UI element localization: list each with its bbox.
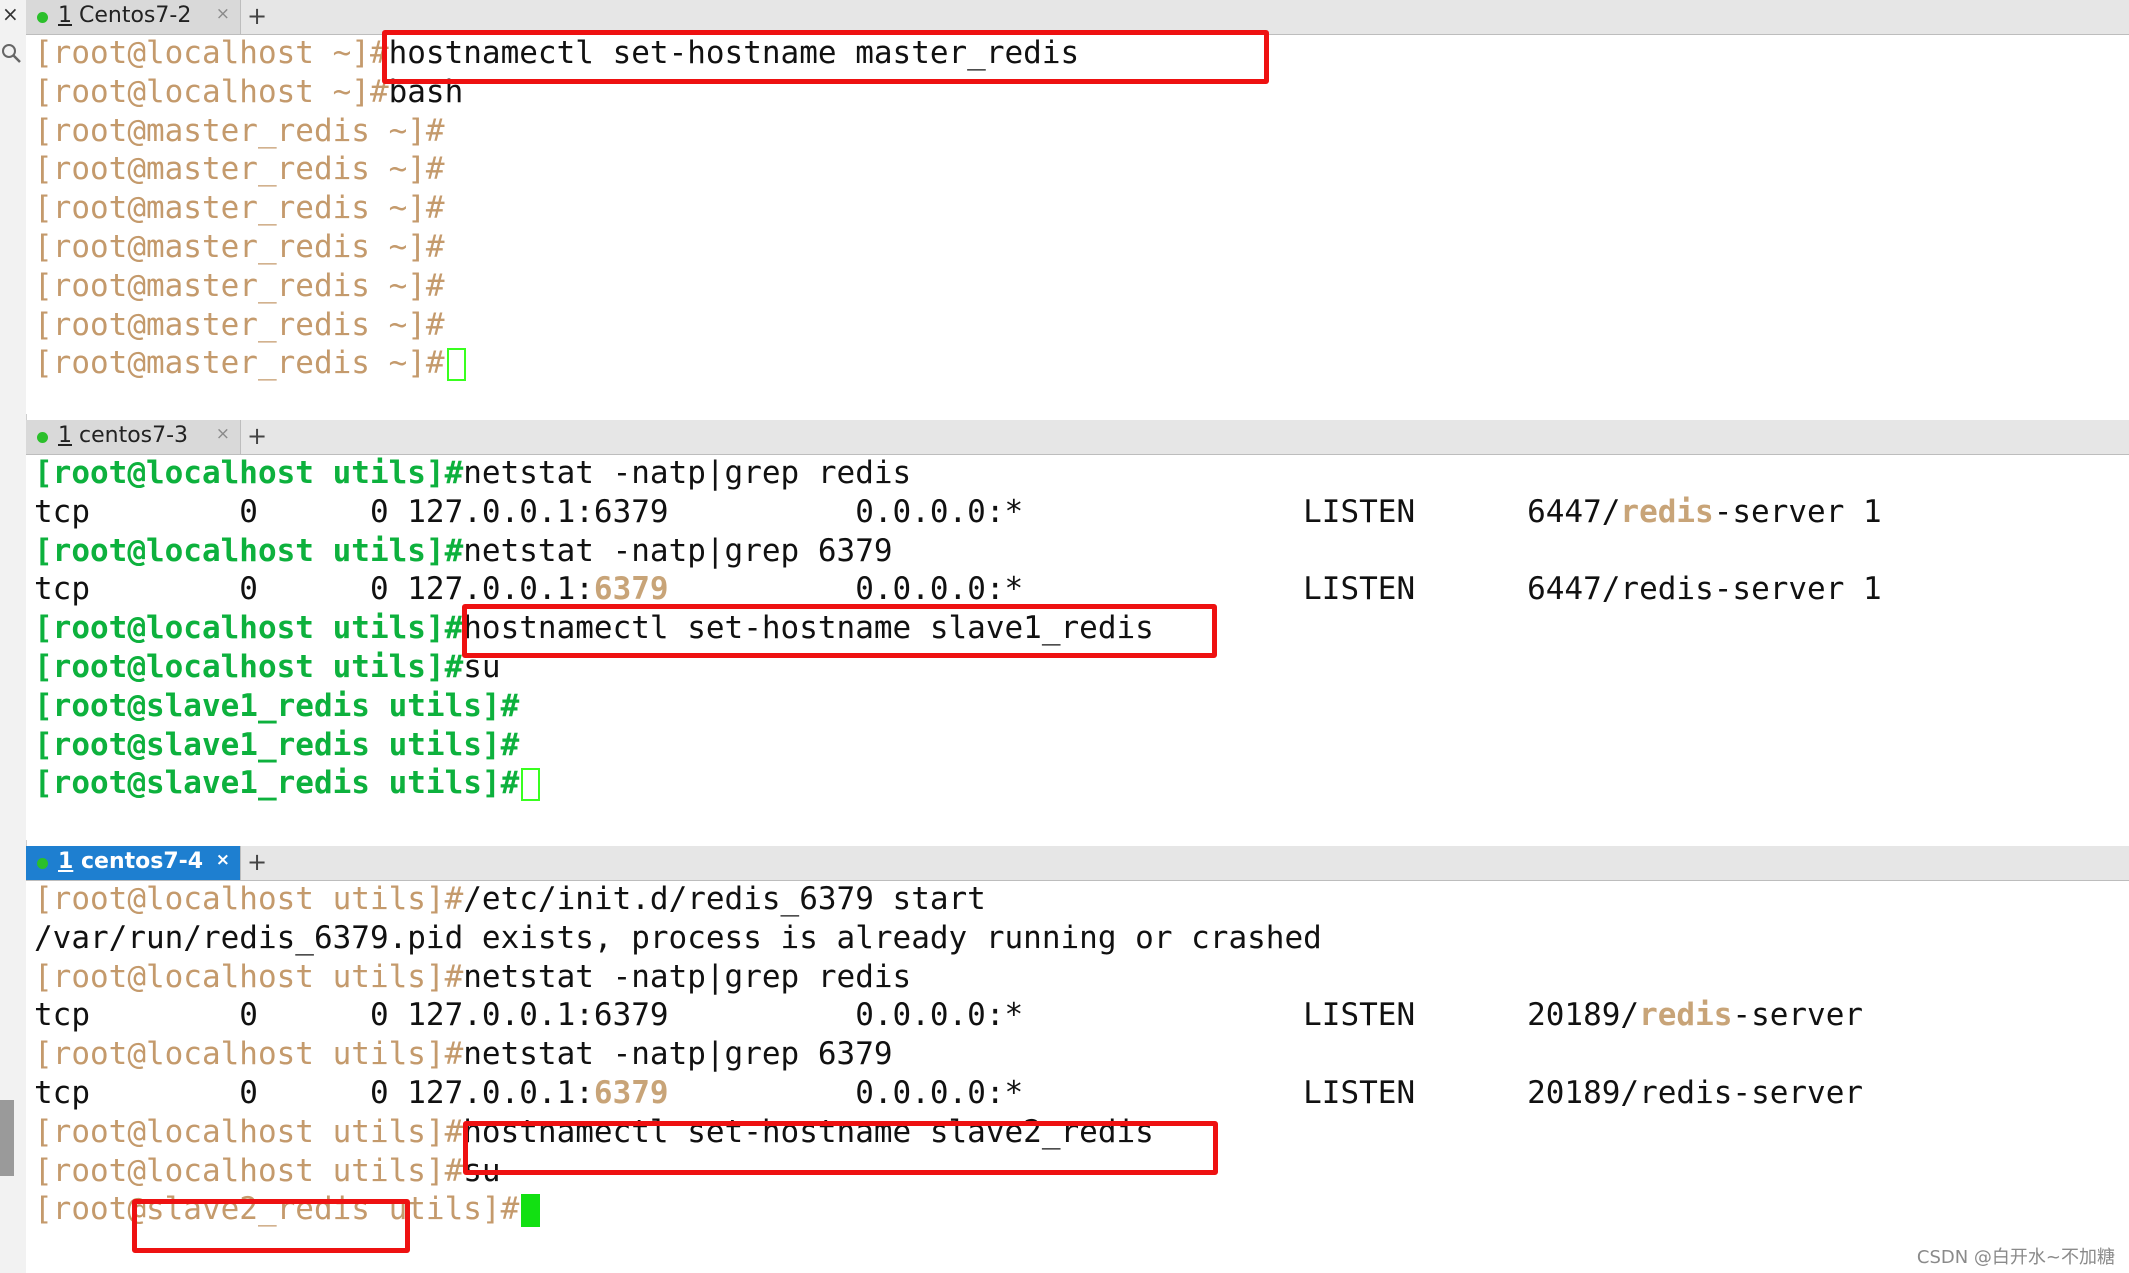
connected-status-icon: [37, 432, 48, 443]
terminal-line: [root@master_redis ~]#: [34, 151, 445, 188]
tab-bar: 1 centos7-3 × +: [26, 420, 2129, 455]
terminal-cursor: [446, 348, 466, 382]
close-icon[interactable]: ×: [2, 0, 19, 28]
terminal-line: [root@master_redis ~]#: [34, 267, 445, 304]
terminal-line: [root@slave1_redis utils]#: [34, 687, 520, 724]
terminal-line: [root@master_redis ~]#: [34, 228, 445, 265]
new-tab-button[interactable]: +: [242, 0, 272, 34]
highlight-box: [463, 1121, 1218, 1175]
highlight-box: [462, 604, 1217, 658]
terminal-line: [root@localhost utils]#netstat -natp|gre…: [34, 1036, 893, 1073]
connected-status-icon: [37, 858, 48, 869]
terminal-line: [root@localhost utils]#netstat -natp|gre…: [34, 455, 912, 491]
tab-label: 1 centos7-4: [58, 849, 204, 874]
highlight-box: [382, 30, 1269, 84]
tab-centos7-3[interactable]: 1 centos7-3 ×: [26, 420, 241, 454]
terminal-line: tcp 0 0 127.0.0.1:6379 0.0.0.0:* LISTEN …: [34, 997, 1864, 1034]
terminal-line: /var/run/redis_6379.pid exists, process …: [34, 919, 1322, 956]
terminal-line: [root@master_redis ~]#: [34, 344, 2129, 383]
terminal-line: [root@master_redis ~]#: [34, 112, 445, 149]
highlight-box: [132, 1199, 410, 1253]
tab-close-icon[interactable]: ×: [216, 4, 230, 24]
terminal-line: tcp 0 0 127.0.0.1:6379 0.0.0.0:* LISTEN …: [34, 493, 1882, 530]
terminal-line: [root@localhost utils]#netstat -natp|gre…: [34, 958, 912, 995]
terminal-line: [root@master_redis ~]#: [34, 306, 445, 343]
terminal-line: [root@slave1_redis utils]#: [34, 726, 520, 763]
terminal-output[interactable]: [root@localhost ~]#hostnamectl set-hostn…: [34, 34, 2129, 383]
tab-close-icon[interactable]: ×: [216, 424, 230, 444]
new-tab-button[interactable]: +: [242, 846, 272, 880]
terminal-line: tcp 0 0 127.0.0.1:6379 0.0.0.0:* LISTEN …: [34, 1074, 1864, 1111]
tab-bar: 1 centos7-4 × +: [26, 846, 2129, 881]
session-manager-strip: ×: [0, 0, 27, 1273]
tab-label: 1 centos7-3: [58, 423, 189, 448]
terminal-line: [root@localhost utils]#netstat -natp|gre…: [34, 532, 893, 569]
terminal-pane-centos7-4[interactable]: 1 centos7-4 × + [root@localhost utils]#/…: [26, 846, 2129, 1273]
connected-status-icon: [37, 12, 48, 23]
scrollbar-thumb[interactable]: [0, 1100, 14, 1176]
terminal-pane-centos7-3[interactable]: 1 centos7-3 × + [root@localhost utils]#n…: [26, 420, 2129, 840]
terminal-line: [root@master_redis ~]#: [34, 190, 445, 227]
terminal-output[interactable]: [root@localhost utils]#/etc/init.d/redis…: [34, 880, 2129, 1229]
watermark: CSDN @白开水~不加糖: [1916, 1247, 2115, 1268]
terminal-line: [root@localhost utils]#/etc/init.d/redis…: [34, 881, 986, 917]
terminal-cursor: [521, 1194, 541, 1228]
tab-label: 1 Centos7-2: [58, 3, 192, 28]
tab-close-icon[interactable]: ×: [216, 850, 230, 870]
terminal-line: [root@slave1_redis utils]#: [34, 764, 2129, 803]
tab-centos7-2[interactable]: 1 Centos7-2 ×: [26, 0, 241, 34]
tab-centos7-4[interactable]: 1 centos7-4 ×: [26, 846, 241, 880]
terminal-pane-centos7-2[interactable]: 1 Centos7-2 × + [root@localhost ~]#hostn…: [26, 0, 2129, 414]
new-tab-button[interactable]: +: [242, 420, 272, 454]
search-icon[interactable]: [0, 42, 22, 64]
terminal-cursor: [521, 768, 541, 802]
